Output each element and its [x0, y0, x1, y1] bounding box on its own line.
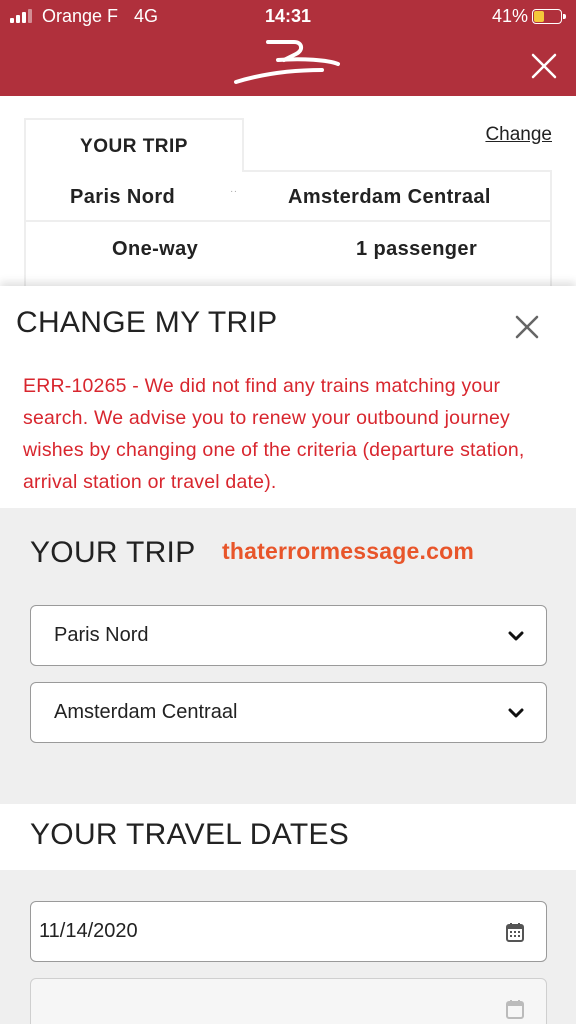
tab-your-trip-label: YOUR TRIP	[80, 136, 188, 157]
departure-station-select[interactable]: Paris Nord	[30, 605, 547, 666]
outbound-date-input[interactable]: 11/14/2020	[30, 901, 547, 962]
departure-station-value: Paris Nord	[54, 624, 149, 646]
travel-dates-header: YOUR TRAVEL DATES	[0, 804, 576, 870]
trip-summary-box: Paris Nord ·· Amsterdam Centraal One-way…	[24, 170, 552, 288]
change-trip-link[interactable]: Change	[485, 124, 552, 146]
return-date-input[interactable]	[30, 978, 547, 1024]
route-separator: ··	[230, 186, 238, 197]
arrival-station-value: Amsterdam Centraal	[54, 701, 238, 723]
your-trip-section: YOUR TRIP thaterrormessage.com Paris Nor…	[0, 508, 576, 804]
trip-details-row: One-way 1 passenger	[26, 224, 550, 274]
tab-your-trip[interactable]: YOUR TRIP	[24, 118, 244, 172]
chevron-down-icon	[508, 631, 524, 641]
battery-percentage: 41%	[491, 6, 528, 26]
close-icon[interactable]	[512, 312, 542, 342]
train-logo-icon	[234, 40, 340, 84]
outbound-date-value: 11/14/2020	[39, 920, 138, 942]
status-time: 14:31	[264, 6, 312, 26]
travel-dates-section: 11/14/2020	[0, 870, 576, 1024]
close-icon[interactable]	[528, 50, 560, 82]
watermark: thaterrormessage.com	[222, 538, 474, 564]
status-bar: Orange F 4G 14:31 41%	[0, 0, 576, 34]
panel-title: CHANGE MY TRIP	[16, 306, 278, 339]
trip-type: One-way	[112, 238, 199, 260]
section-title-your-trip: YOUR TRIP	[30, 536, 196, 569]
trip-summary: Paris Nord ·· Amsterdam Centraal One-way…	[24, 118, 552, 288]
section-title-travel-dates: YOUR TRAVEL DATES	[30, 818, 350, 851]
error-message: ERR-10265 - We did not find any trains m…	[23, 375, 525, 493]
summary-to-station: Amsterdam Centraal	[288, 186, 491, 208]
route-row: Paris Nord ·· Amsterdam Centraal	[26, 172, 550, 222]
battery-icon	[532, 9, 566, 24]
change-trip-panel: CHANGE MY TRIP ERR-10265 - We did not fi…	[0, 286, 576, 1024]
chevron-down-icon	[508, 708, 524, 718]
calendar-icon[interactable]	[506, 922, 524, 942]
arrival-station-select[interactable]: Amsterdam Centraal	[30, 682, 547, 743]
app-header: Orange F 4G 14:31 41%	[0, 0, 576, 96]
summary-from-station: Paris Nord	[70, 186, 176, 208]
passenger-count: 1 passenger	[356, 238, 478, 260]
calendar-icon[interactable]	[506, 999, 524, 1019]
